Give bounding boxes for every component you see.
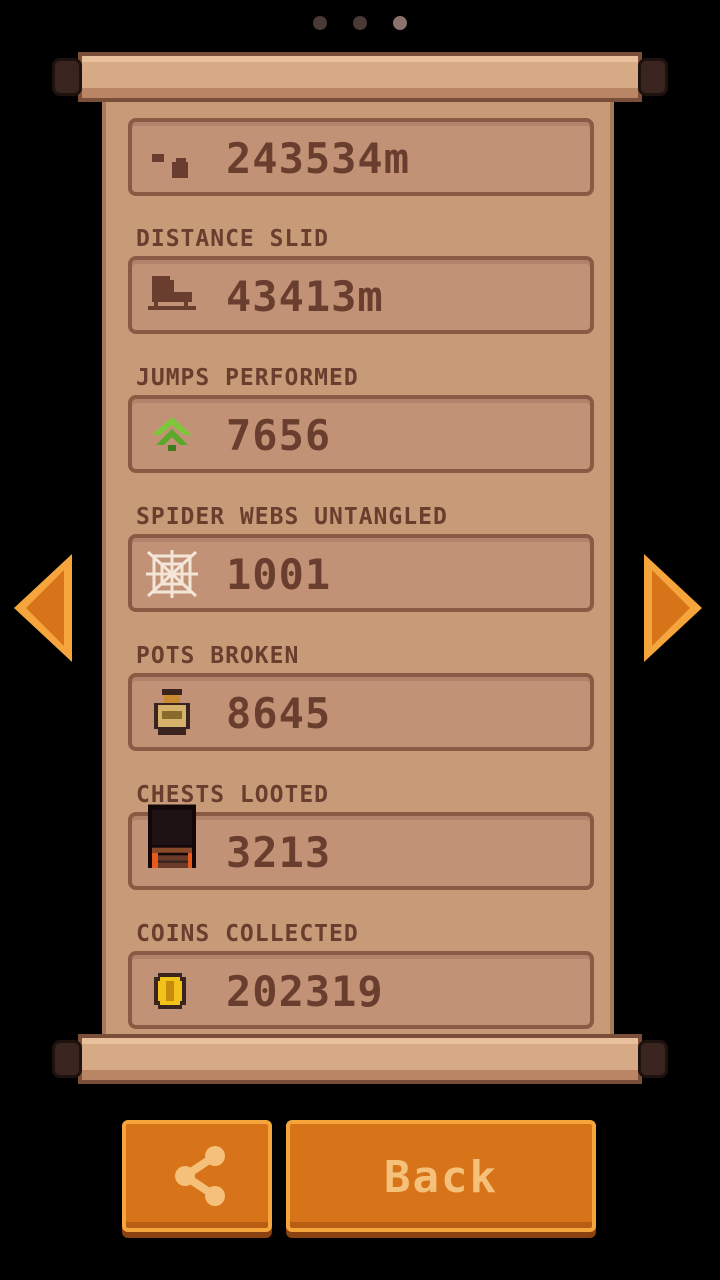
chest-icon <box>148 804 196 868</box>
scroll-bottom-roller <box>52 1028 668 1090</box>
stat-label: DISTANCE SLID <box>136 226 330 252</box>
stat-value: 8645 <box>226 689 332 738</box>
stat-label: JUMPS PERFORMED <box>136 365 359 391</box>
back-button-label: Back <box>384 1152 498 1203</box>
skate-boot-icon <box>148 276 196 310</box>
spider-web-icon <box>146 550 198 598</box>
stat-value: 3213 <box>226 828 332 877</box>
stat-box-chests: 3213 <box>128 804 594 890</box>
stats-scroll-list[interactable]: 243534m DISTANCE SLID 43413m JUMPS PERFO… <box>102 80 614 1050</box>
distance-run-icon <box>152 154 188 178</box>
share-button[interactable] <box>122 1120 272 1232</box>
stat-label: POTS BROKEN <box>136 643 300 669</box>
right-arrow-icon[interactable] <box>640 552 704 664</box>
share-icon <box>175 1146 225 1206</box>
stat-value: 202319 <box>226 967 384 1016</box>
stat-value: 43413m <box>226 272 384 321</box>
back-button[interactable]: Back <box>286 1120 596 1232</box>
stat-value: 7656 <box>226 411 332 460</box>
stat-box-pots: 8645 <box>128 673 594 751</box>
stat-label: COINS COLLECTED <box>136 921 359 947</box>
pot-icon <box>154 689 190 735</box>
left-arrow-icon[interactable] <box>12 552 76 664</box>
page-dot-2 <box>353 16 367 30</box>
page-dot-1 <box>313 16 327 30</box>
stat-value: 1001 <box>226 550 332 599</box>
page-dot-3 <box>393 16 407 30</box>
coin-icon <box>154 973 186 1009</box>
stat-box-jumps: 7656 <box>128 395 594 473</box>
stat-label: SPIDER WEBS UNTANGLED <box>136 504 448 530</box>
scroll-top-roller <box>52 46 668 108</box>
stat-value: 243534m <box>226 134 411 183</box>
jump-arrow-icon <box>152 417 192 451</box>
stat-box-distance-run: 243534m <box>128 118 594 196</box>
page-indicator <box>0 16 720 30</box>
stat-box-spider-webs: 1001 <box>128 534 594 612</box>
stat-box-coins: 202319 <box>128 951 594 1029</box>
stat-box-distance-slid: 43413m <box>128 256 594 334</box>
